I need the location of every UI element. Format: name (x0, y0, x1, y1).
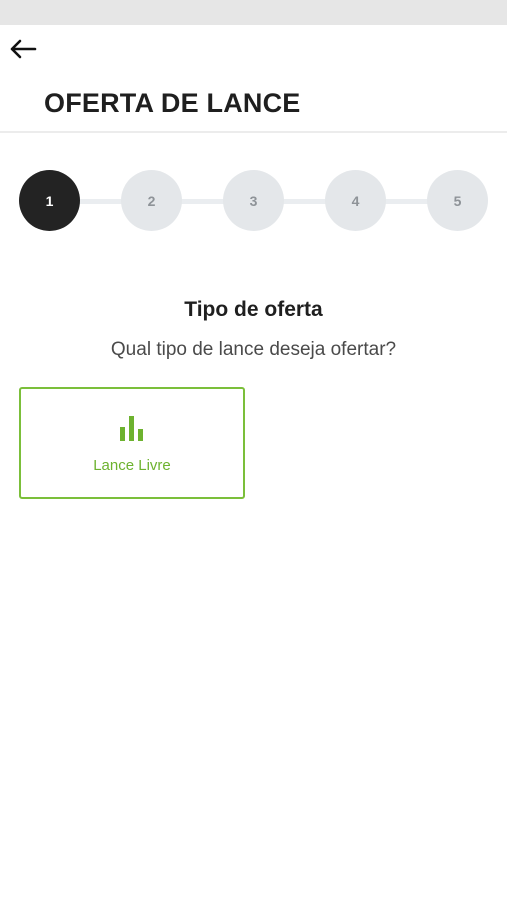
step-2: 2 (121, 170, 182, 231)
page-title: OFERTA DE LANCE (44, 88, 301, 118)
step-4: 4 (325, 170, 386, 231)
step-3: 3 (223, 170, 284, 231)
bar-chart-icon (119, 415, 145, 441)
status-bar (0, 0, 507, 25)
option-label: Lance Livre (93, 457, 171, 474)
back-button[interactable] (8, 37, 44, 65)
step-5: 5 (427, 170, 488, 231)
step-1: 1 (19, 170, 80, 231)
arrow-left-icon (8, 37, 44, 61)
stepper: 1 2 3 4 5 (0, 168, 507, 232)
section-subtitle: Qual tipo de lance deseja ofertar? (110, 339, 397, 360)
option-lance-livre[interactable]: Lance Livre (19, 387, 245, 499)
header: OFERTA DE LANCE (0, 25, 507, 133)
section-title: Tipo de oferta (184, 298, 323, 321)
